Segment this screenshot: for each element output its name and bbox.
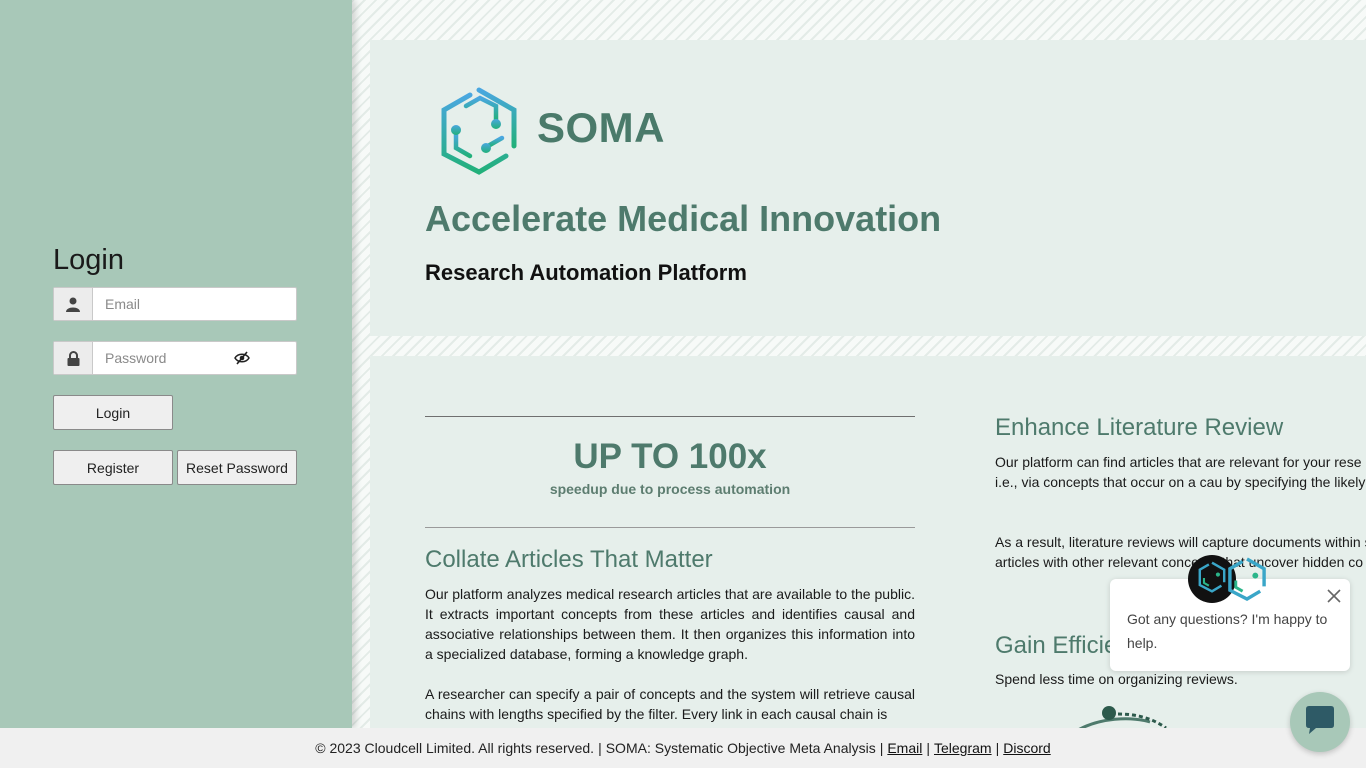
chat-message-text: Got any questions? I'm happy to help. (1127, 611, 1328, 651)
enhance-paragraph-2: As a result, literature reviews will cap… (995, 534, 1366, 570)
footer-discord-link[interactable]: Discord (1003, 740, 1050, 756)
graph-diagram-icon (1070, 704, 1180, 728)
footer-email-link[interactable]: Email (887, 740, 922, 756)
footer-telegram-link[interactable]: Telegram (934, 740, 992, 756)
footer-copyright: © 2023 Cloudcell Limited. All rights res… (315, 740, 595, 756)
enhance-paragraph-1: Our platform can find articles that are … (995, 454, 1366, 490)
brand-name: SOMA (537, 104, 665, 151)
login-button[interactable]: Login (53, 395, 173, 430)
stat-caption: speedup due to process automation (549, 481, 791, 497)
soma-logo-icon (1197, 561, 1227, 598)
login-sidebar: Login Login Register Reset Passwor (0, 0, 352, 728)
footer-product: SOMA: Systematic Objective Meta Analysis (605, 740, 876, 756)
hero-headline: Accelerate Medical Innovation (425, 198, 942, 239)
lock-icon (54, 342, 93, 374)
reset-password-button[interactable]: Reset Password (177, 450, 297, 485)
features-card: UP TO 100x speedup due to process automa… (370, 356, 1366, 728)
collate-paragraph-2: A researcher can specify a pair of conce… (425, 686, 915, 722)
collate-paragraph-1: Our platform analyzes medical research a… (425, 586, 915, 662)
collate-title: Collate Articles That Matter (425, 546, 713, 573)
register-button[interactable]: Register (53, 450, 173, 485)
chat-icon (1304, 705, 1336, 740)
close-icon[interactable] (1326, 588, 1342, 609)
chat-launcher-button[interactable] (1290, 692, 1350, 752)
footer: © 2023 Cloudcell Limited. All rights res… (0, 728, 1366, 768)
enhance-title: Enhance Literature Review (995, 414, 1284, 441)
email-input[interactable] (93, 288, 296, 320)
password-field-group (53, 341, 297, 375)
stat-box: UP TO 100x speedup due to process automa… (425, 416, 915, 528)
stat-value: UP TO 100x (573, 437, 767, 476)
soma-logo-icon (1226, 557, 1268, 606)
gain-title: Gain Efficie (995, 632, 1118, 659)
password-input[interactable] (93, 342, 296, 374)
email-field-group (53, 287, 297, 321)
soma-logo-icon (436, 86, 522, 181)
login-title: Login (53, 244, 124, 276)
hero-subheadline: Research Automation Platform (425, 260, 747, 285)
eye-slash-icon[interactable] (234, 350, 250, 371)
user-icon (54, 288, 93, 320)
hero-card: SOMA Accelerate Medical Innovation Resea… (370, 40, 1366, 336)
gain-paragraph: Spend less time on organizing reviews. (995, 671, 1238, 687)
